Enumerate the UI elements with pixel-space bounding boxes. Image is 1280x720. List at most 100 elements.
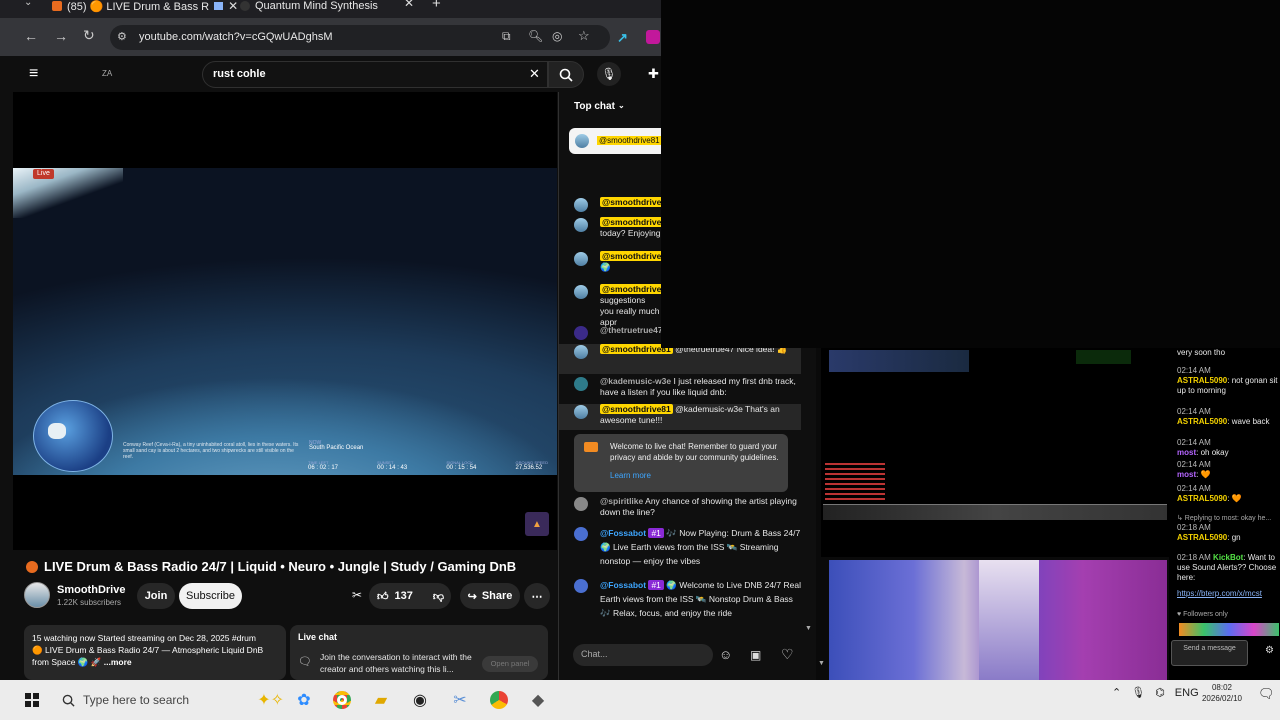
chevron-up-icon[interactable]: ⌃ [1112, 686, 1121, 699]
snipping-tool-icon[interactable]: ✂ [442, 682, 478, 718]
search-input[interactable]: rust cohle ✕ [202, 61, 548, 88]
chat-message[interactable]: @smoothdrive81 @thetruetrue47 Nice idea!… [559, 344, 801, 374]
avatar [574, 198, 588, 212]
like-count: 137 [394, 590, 413, 602]
tab-live-drum-bass[interactable]: (85) 🟠 LIVE Drum & Bass R ✕ [52, 0, 238, 16]
tab-quantum-mind[interactable]: Quantum Mind Synthesis [240, 0, 378, 16]
audio-icon[interactable] [214, 2, 224, 10]
tab-bar: ⌄ (85) 🟠 LIVE Drum & Bass R ✕ Quantum Mi… [0, 0, 661, 18]
close-tab-icon[interactable]: ✕ [404, 0, 414, 10]
live-chat-card: Live chat 🗨︎ Join the conversation to in… [290, 625, 548, 680]
logo-text[interactable]: ZA [102, 69, 112, 78]
scroll-down-icon[interactable]: ▼ [818, 660, 825, 667]
settings-icon[interactable]: ⚙ [1265, 646, 1274, 656]
channel-watermark[interactable]: ▲ [525, 512, 549, 536]
chrome-icon[interactable] [481, 682, 517, 718]
create-icon[interactable]: ✚ [648, 66, 659, 82]
share-button[interactable]: ↪ Share [460, 583, 520, 609]
game-capture [821, 348, 1169, 557]
notifications-icon[interactable]: 🗨︎ [1258, 686, 1275, 702]
australia-shape [48, 423, 66, 439]
sparkle-icon[interactable]: ✦✧ [257, 690, 284, 710]
clip-icon[interactable]: ✂ [352, 588, 362, 602]
window-light [979, 560, 1039, 680]
url-text[interactable]: youtube.com/watch?v=cGQwUADghsM [139, 31, 333, 43]
taskbar-search[interactable]: Type here to search ✦✧ [52, 680, 284, 720]
microphone-icon[interactable]: 🎙︎ [1131, 686, 1145, 699]
pinned-message[interactable]: @smoothdrive81 [569, 128, 669, 154]
network-icon[interactable]: ⌬ [1155, 686, 1165, 699]
extension-icon[interactable] [646, 30, 660, 44]
site-info-icon[interactable]: ⚙ [117, 30, 127, 43]
stat-ground-speed: GROUND SPEED 27,536.52 [515, 460, 548, 471]
welcome-notice: Welcome to live chat! Remember to guard … [574, 434, 788, 492]
chat-line: very soon tho [1177, 348, 1226, 357]
eye-off-icon[interactable]: ◎ [552, 29, 562, 43]
learn-more-link[interactable]: Learn more [610, 470, 780, 481]
search-value[interactable]: rust cohle [213, 68, 266, 80]
more-link[interactable]: ...more [104, 657, 132, 667]
app-icon[interactable]: ◆ [520, 682, 556, 718]
chat-input[interactable]: Chat... [573, 644, 713, 666]
tab-search-icon[interactable]: ⌄ [24, 0, 32, 8]
menu-icon[interactable]: ≡ [29, 65, 38, 83]
extension-icon[interactable]: ↗ [617, 30, 628, 46]
bookmark-star-icon[interactable]: ☆ [578, 28, 590, 44]
top-chat-dropdown[interactable]: Top chat ⌄ [574, 101, 625, 112]
channel-avatar[interactable] [24, 582, 50, 608]
rank-badge: #1 [648, 528, 664, 538]
chat-line: 02:14 AM most: 🧡 [1177, 460, 1211, 479]
emote-row[interactable] [1179, 623, 1279, 636]
chat-message[interactable]: @spiritlike Any chance of showing the ar… [559, 496, 801, 518]
like-icon[interactable]: 👍︎ [377, 590, 389, 603]
super-chat-icon[interactable]: ▣ [750, 648, 761, 662]
video-title: LIVE Drum & Bass Radio 24/7 | Liquid • N… [26, 559, 516, 574]
video-frame[interactable]: Conway Reef (Ceva-i-Ra), a tiny uninhabi… [13, 168, 557, 475]
forward-icon[interactable]: → [54, 28, 68, 44]
file-explorer-icon[interactable]: ▰ [363, 682, 399, 718]
heart-icon[interactable]: ♡ [781, 646, 794, 663]
subscribe-button[interactable]: Subscribe [179, 583, 242, 609]
chat-message[interactable]: @smoothdrive81 @kademusic-w3e That's an … [559, 404, 801, 430]
windows-start-icon[interactable] [14, 682, 50, 718]
chat-icon [584, 442, 598, 452]
chat-message[interactable]: @Fossabot #1 🎶 Now Playing: Drum & Bass … [559, 526, 801, 568]
url-bar[interactable]: ⚙ youtube.com/watch?v=cGQwUADghsM ⧉ 🔍︎ ◎… [110, 25, 610, 50]
scroll-down-icon[interactable]: ▼ [805, 625, 812, 632]
open-panel-button[interactable]: Open panel [482, 656, 538, 672]
join-button[interactable]: Join [137, 583, 175, 609]
avatar [574, 497, 588, 511]
zoom-icon[interactable]: 🔍︎ [528, 29, 543, 43]
chrome-icon[interactable] [324, 682, 360, 718]
avatar [574, 377, 588, 391]
system-tray: ⌃ 🎙︎ ⌬ ENG [1112, 686, 1199, 700]
close-tab-icon[interactable]: ✕ [228, 0, 238, 13]
chat-message[interactable]: @kademusic-w3e I just released my first … [559, 376, 801, 398]
back-icon[interactable]: ← [24, 28, 38, 44]
install-app-icon[interactable]: ⧉ [502, 29, 511, 44]
avatar [574, 252, 588, 266]
emoji-icon[interactable]: ☺ [719, 647, 732, 662]
voice-search-icon[interactable]: 🎙︎ [597, 62, 621, 86]
more-actions-icon[interactable]: ⋯ [524, 583, 550, 609]
clear-search-icon[interactable]: ✕ [529, 66, 540, 82]
chat-message[interactable]: @Fossabot #1 🌍 Welcome to Live DNB 24/7 … [559, 578, 801, 620]
clock[interactable]: 08:02 2026/02/10 [1196, 682, 1248, 704]
clock-time: 08:02 [1211, 683, 1233, 692]
taskbar-search-placeholder[interactable]: Type here to search [83, 693, 189, 707]
send-message-button[interactable]: Send a message [1171, 640, 1248, 666]
chat-bubble-icon: 🗨︎ [298, 656, 312, 668]
channel-name[interactable]: SmoothDrive [57, 584, 125, 596]
reload-icon[interactable]: ↻ [83, 27, 95, 44]
iss-structure [13, 168, 123, 218]
search-button[interactable] [548, 61, 584, 88]
obs-icon[interactable]: ◉ [402, 682, 438, 718]
like-dislike-group[interactable]: 👍︎ 137 👎︎ [369, 583, 451, 609]
dislike-icon[interactable]: 👎︎ [433, 590, 444, 603]
chat-link[interactable]: https://bterp.com/x/mcst [1177, 589, 1280, 599]
followers-only-label: ♥ Followers only [1177, 611, 1228, 618]
new-tab-icon[interactable]: + [432, 0, 441, 12]
chat-message[interactable]: @smoothdrive8 suggestions you really much… [559, 284, 669, 328]
description-box[interactable]: 15 watching now Started streaming on Dec… [24, 625, 286, 680]
copilot-icon[interactable]: ✿ [286, 682, 322, 718]
